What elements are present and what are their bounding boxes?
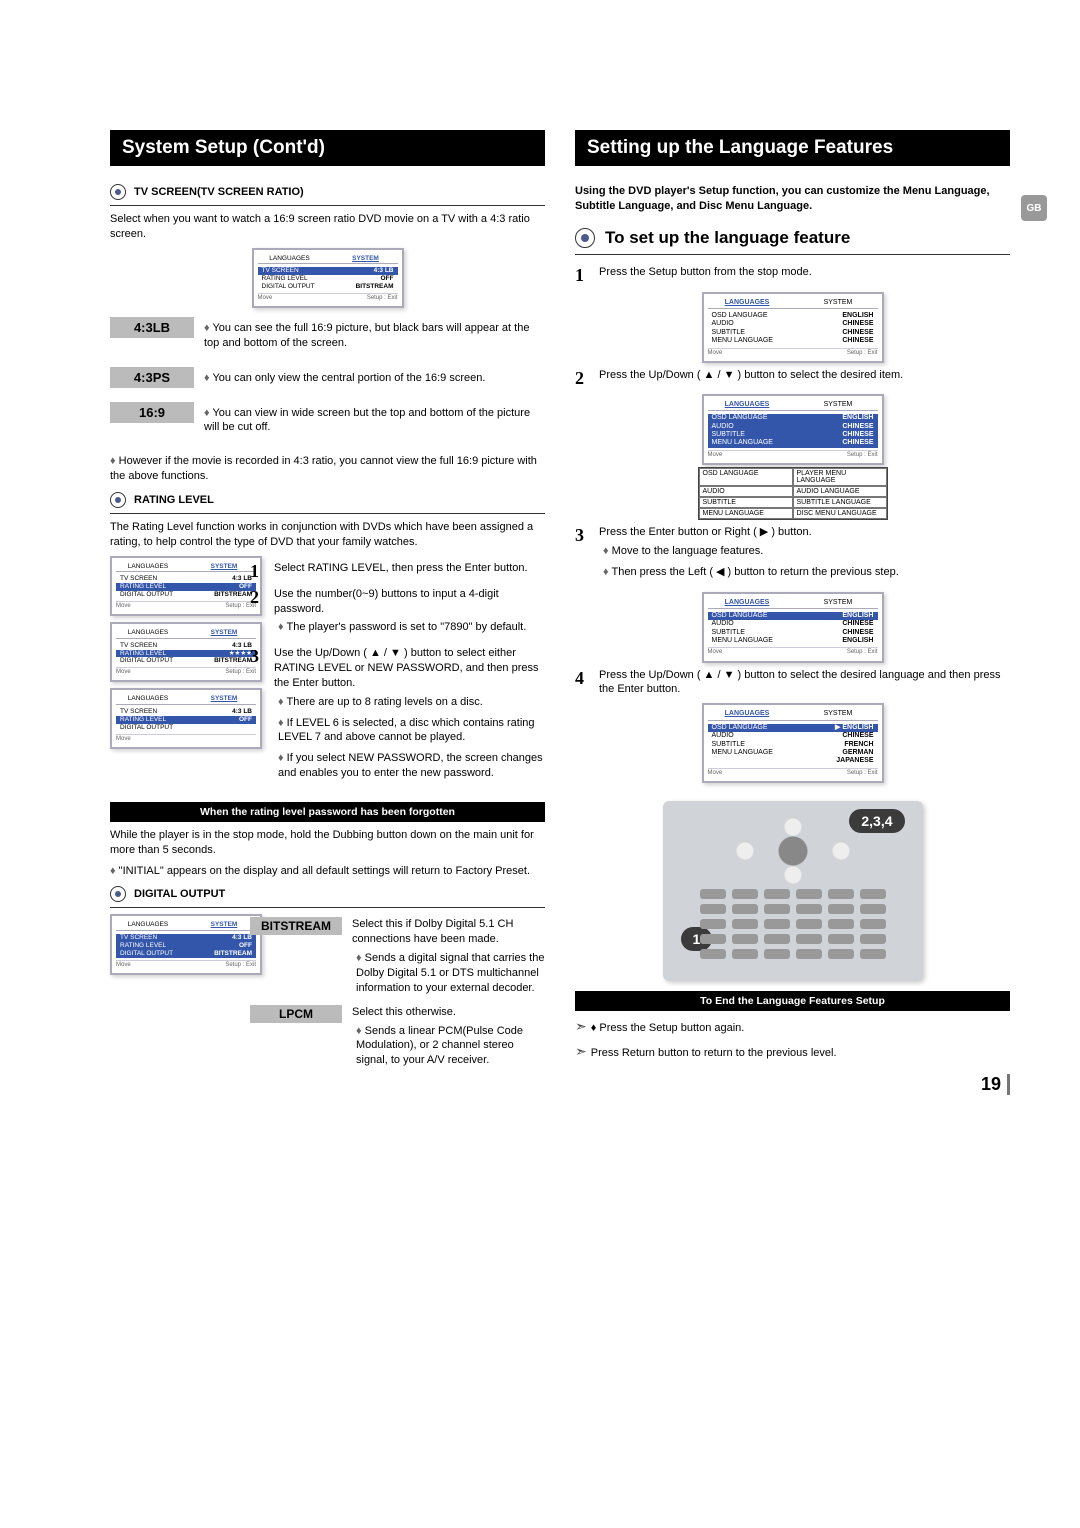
system-menu-tv: LANGUAGES SYSTEM TV SCREEN4:3 LB RATING … xyxy=(252,248,404,308)
rating-intro: The Rating Level function works in conju… xyxy=(110,520,545,550)
gb-badge: GB xyxy=(1021,195,1047,221)
tv-note: However if the movie is recorded in 4:3 … xyxy=(110,454,545,484)
tv-intro: Select when you want to watch a 16:9 scr… xyxy=(110,212,545,242)
right-column: Setting up the Language Features Using t… xyxy=(575,130,1010,1077)
bubble-1: 1 xyxy=(681,927,713,951)
forgot-strip: When the rating level password has been … xyxy=(110,802,545,822)
opt-lpcm: LPCM xyxy=(250,1005,342,1023)
page-number: 19 xyxy=(981,1074,1010,1095)
big-lang-head: To set up the language feature xyxy=(575,228,1010,255)
section-rating-title: RATING LEVEL xyxy=(134,494,214,506)
system-menu-digital: LANGUAGESSYSTEM TV SCREEN4:3 LB RATING L… xyxy=(110,914,262,974)
big-lang-title: To set up the language feature xyxy=(605,228,850,248)
bullet-icon xyxy=(110,492,126,508)
section-rating-head: RATING LEVEL xyxy=(110,492,545,514)
lang-menu-1: LANGUAGESSYSTEM OSD LANGUAGEENGLISH AUDI… xyxy=(702,292,884,363)
left-title: System Setup (Cont'd) xyxy=(110,130,545,166)
opt-bitstream: BITSTREAM xyxy=(250,917,342,935)
section-tv-screen-title: TV SCREEN(TV SCREEN RATIO) xyxy=(134,186,304,198)
end-text1: ➣♦ Press the Setup button again. xyxy=(575,1017,1010,1036)
pointer-icon: ➣ xyxy=(575,1018,587,1034)
opt-43ps: 4:3PS xyxy=(110,367,194,388)
bubble-234: 2,3,4 xyxy=(849,809,904,833)
forgot-text2: "INITIAL" appears on the display and all… xyxy=(110,864,545,879)
lang-menu-4: LANGUAGESSYSTEM OSD LANGUAGE▶ ENGLISH AU… xyxy=(702,703,884,783)
forgot-text1: While the player is in the stop mode, ho… xyxy=(110,828,545,858)
rating-menu-stack: LANGUAGESSYSTEM TV SCREEN4:3 LB RATING L… xyxy=(110,556,240,792)
opt-43lb: 4:3LB xyxy=(110,317,194,338)
section-digital-head: DIGITAL OUTPUT xyxy=(110,886,545,908)
right-intro: Using the DVD player's Setup function, y… xyxy=(575,184,1010,214)
left-column: System Setup (Cont'd) TV SCREEN(TV SCREE… xyxy=(110,130,545,1077)
lang-menu-3: LANGUAGESSYSTEM OSD LANGUAGEENGLISH AUDI… xyxy=(702,592,884,663)
section-tv-screen-head: TV SCREEN(TV SCREEN RATIO) xyxy=(110,184,545,206)
bullet-icon xyxy=(110,886,126,902)
end-strip: To End the Language Features Setup xyxy=(575,991,1010,1011)
pointer-icon: ➣ xyxy=(575,1043,587,1059)
right-title: Setting up the Language Features xyxy=(575,130,1010,166)
lang-menu-2: LANGUAGESSYSTEM OSD LANGUAGEENGLISH AUDI… xyxy=(702,394,884,465)
bullet-icon xyxy=(575,228,595,248)
section-digital-title: DIGITAL OUTPUT xyxy=(134,888,225,900)
remote-illustration: 2,3,4 1 xyxy=(663,801,923,981)
tv-options-table: 4:3LBYou can see the full 16:9 picture, … xyxy=(110,314,545,444)
tooltip-table: OSD LANGUAGEPLAYER MENU LANGUAGE AUDIOAU… xyxy=(698,467,888,520)
bullet-icon xyxy=(110,184,126,200)
end-text2: ➣Press Return button to return to the pr… xyxy=(575,1042,1010,1061)
opt-169: 16:9 xyxy=(110,402,194,423)
